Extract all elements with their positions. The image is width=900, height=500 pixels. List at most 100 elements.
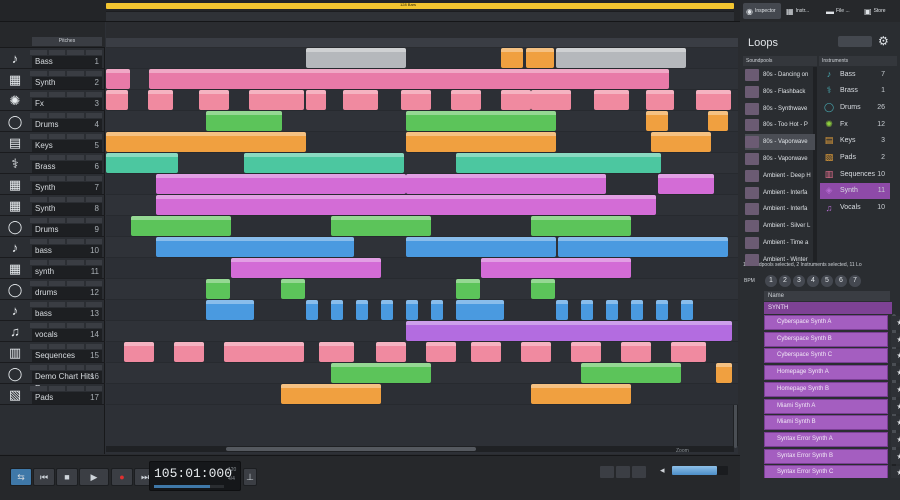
track-1[interactable]: ♪ Bass 1 xyxy=(0,48,105,69)
loop-item[interactable]: Cyberspace Synth B ★ xyxy=(764,331,900,347)
record-button[interactable]: ● xyxy=(111,468,133,486)
fx-button[interactable] xyxy=(85,155,102,160)
instrument-brass[interactable]: ⚕ Brass 1 xyxy=(820,83,890,99)
fx-button[interactable] xyxy=(85,218,102,223)
clip[interactable] xyxy=(376,342,406,362)
rec-button[interactable] xyxy=(67,344,84,349)
solo-button[interactable] xyxy=(30,176,47,181)
clip[interactable] xyxy=(406,300,418,320)
solo-button[interactable] xyxy=(30,239,47,244)
instrument-keys[interactable]: ▤ Keys 3 xyxy=(820,133,890,149)
star-icon[interactable]: ★ xyxy=(891,432,900,447)
rec-button[interactable] xyxy=(67,176,84,181)
track-10[interactable]: ♪ bass 10 xyxy=(0,237,105,258)
track-header-field[interactable]: Pitches xyxy=(32,37,102,46)
solo-button[interactable] xyxy=(30,71,47,76)
star-icon[interactable]: ★ xyxy=(891,416,900,431)
track-11[interactable]: ▦ synth 11 xyxy=(0,258,105,279)
track-name[interactable]: Bass 1 xyxy=(32,56,102,68)
lane-12[interactable] xyxy=(106,279,738,300)
fx-button[interactable] xyxy=(85,113,102,118)
clip[interactable] xyxy=(148,90,173,110)
clip[interactable] xyxy=(131,216,231,236)
rec-button[interactable] xyxy=(67,92,84,97)
track-12[interactable]: ◯ drums 12 xyxy=(0,279,105,300)
rec-button[interactable] xyxy=(67,386,84,391)
fx-button[interactable] xyxy=(85,71,102,76)
clip[interactable] xyxy=(281,384,381,404)
view-button-2[interactable] xyxy=(616,466,630,478)
loop-item[interactable]: Syntax Error Synth A ★ xyxy=(764,431,900,447)
soundpool-item[interactable]: Ambient - Deep H xyxy=(745,168,815,184)
fx-button[interactable] xyxy=(85,323,102,328)
mute-button[interactable] xyxy=(48,197,65,202)
solo-button[interactable] xyxy=(30,155,47,160)
solo-button[interactable] xyxy=(30,197,47,202)
mute-button[interactable] xyxy=(48,71,65,76)
soundpool-item[interactable]: Ambient - Silver L xyxy=(745,218,815,234)
bpm-filter-2[interactable]: 2 xyxy=(779,275,791,287)
clip[interactable] xyxy=(156,237,354,257)
instrument-pads[interactable]: ▧ Pads 2 xyxy=(820,150,890,166)
lane-17[interactable] xyxy=(106,384,738,405)
clip[interactable] xyxy=(471,342,501,362)
mute-button[interactable] xyxy=(48,113,65,118)
track-name[interactable]: Synth 8 xyxy=(32,203,102,215)
rec-button[interactable] xyxy=(67,302,84,307)
clip[interactable] xyxy=(343,90,378,110)
track-name[interactable]: bass 13 xyxy=(32,308,102,320)
track-name[interactable]: Drums 9 xyxy=(32,224,102,236)
instrument-synth[interactable]: ◈ Synth 11 xyxy=(820,182,890,199)
clip[interactable] xyxy=(571,342,601,362)
horizontal-scrollbar[interactable] xyxy=(106,446,734,452)
clip[interactable] xyxy=(331,300,343,320)
clip[interactable] xyxy=(106,132,306,152)
clip[interactable] xyxy=(621,342,651,362)
scroll-thumb[interactable] xyxy=(226,447,476,451)
clip[interactable] xyxy=(149,69,669,89)
star-icon[interactable]: ★ xyxy=(891,366,900,381)
clip[interactable] xyxy=(106,69,130,89)
clip[interactable] xyxy=(456,153,661,173)
instrument-vocals[interactable]: ♫ Vocals 10 xyxy=(820,200,890,216)
clip[interactable] xyxy=(651,132,711,152)
clip[interactable] xyxy=(526,48,554,68)
clip[interactable] xyxy=(716,363,732,383)
clip[interactable] xyxy=(531,384,631,404)
solo-button[interactable] xyxy=(30,386,47,391)
stop-button[interactable]: ■ xyxy=(56,468,78,486)
clip[interactable] xyxy=(381,300,393,320)
track-17[interactable]: ▧ Pads 17 xyxy=(0,384,105,405)
track-name[interactable]: synth 11 xyxy=(32,266,102,278)
fx-button[interactable] xyxy=(85,176,102,181)
track-name[interactable]: Keys 5 xyxy=(32,140,102,152)
rec-button[interactable] xyxy=(67,365,84,370)
track-13[interactable]: ♪ bass 13 xyxy=(0,300,105,321)
clip[interactable] xyxy=(281,279,305,299)
solo-button[interactable] xyxy=(30,134,47,139)
clip[interactable] xyxy=(224,342,304,362)
track-name[interactable]: Demo Chart Hits Re16 xyxy=(32,371,102,393)
soundpool-item[interactable]: 80s - Synthwave xyxy=(745,101,815,117)
clip[interactable] xyxy=(244,153,404,173)
star-icon[interactable]: ★ xyxy=(891,449,900,464)
mute-button[interactable] xyxy=(48,92,65,97)
solo-button[interactable] xyxy=(30,113,47,118)
fx-button[interactable] xyxy=(85,365,102,370)
lane-11[interactable] xyxy=(106,258,738,279)
tab-instruments[interactable]: ▦ Instr... xyxy=(783,3,821,19)
clip[interactable] xyxy=(206,111,282,131)
clip[interactable] xyxy=(671,342,706,362)
track-15[interactable]: ▥ Sequences 15 xyxy=(0,342,105,363)
fx-button[interactable] xyxy=(85,134,102,139)
track-name[interactable]: Drums 4 xyxy=(32,119,102,131)
clip[interactable] xyxy=(708,111,728,131)
soundpool-item[interactable]: Ambient - Interfa xyxy=(745,201,815,217)
mute-button[interactable] xyxy=(48,386,65,391)
track-name[interactable]: Synth 2 xyxy=(32,77,102,89)
clip[interactable] xyxy=(231,258,381,278)
bpm-filter-3[interactable]: 3 xyxy=(793,275,805,287)
clip[interactable] xyxy=(174,342,204,362)
track-name[interactable]: bass 10 xyxy=(32,245,102,257)
solo-button[interactable] xyxy=(30,218,47,223)
